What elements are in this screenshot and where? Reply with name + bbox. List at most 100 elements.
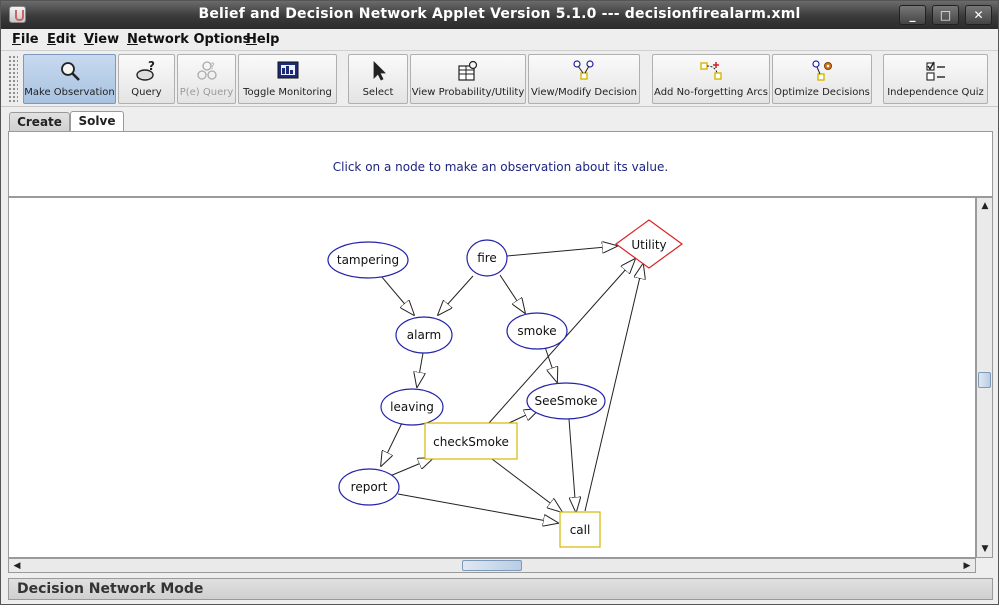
menu-view-label: iew xyxy=(93,32,120,47)
arc-tampering-alarm xyxy=(380,275,414,315)
menu-view-mnemonic: V xyxy=(84,32,94,47)
node-seesmoke-label: SeeSmoke xyxy=(535,394,598,408)
add-arcs-label: Add No-forgetting Arcs xyxy=(654,87,768,98)
menu-edit-label: dit xyxy=(55,32,76,47)
independence-quiz-button[interactable]: Independence Quiz xyxy=(883,54,988,104)
vertical-scrollbar[interactable]: ▲ ▼ xyxy=(976,197,993,558)
scroll-right-arrow-icon[interactable]: ▶ xyxy=(960,559,974,573)
decision-network-icon xyxy=(573,60,594,80)
toggle-monitoring-label: Toggle Monitoring xyxy=(243,87,332,98)
arc-fire-smoke xyxy=(499,274,525,313)
view-probability-label: View Probability/Utility xyxy=(411,87,525,98)
monitor-icon xyxy=(277,61,298,79)
pe-query-label: P(e) Query xyxy=(179,87,234,98)
maximize-button[interactable]: □ xyxy=(932,5,959,25)
arcs xyxy=(381,246,643,523)
horizontal-scrollbar[interactable]: ◀ ▶ xyxy=(8,558,976,573)
close-button[interactable]: ✕ xyxy=(965,5,992,25)
arc-fire-utility xyxy=(506,246,617,257)
node-smoke-label: smoke xyxy=(517,324,556,338)
menu-edit-mnemonic: E xyxy=(47,32,56,47)
scroll-down-arrow-icon[interactable]: ▼ xyxy=(978,542,992,556)
node-smoke[interactable]: smoke xyxy=(506,312,568,350)
view-probability-button[interactable]: View Probability/Utility xyxy=(410,54,526,104)
decision-network-graph: Utility tampering fire alarm smoke leavi… xyxy=(327,219,684,548)
menu-network-options-label: etwork Options xyxy=(137,32,251,47)
optimize-decisions-label: Optimize Decisions xyxy=(774,87,870,98)
node-report-label: report xyxy=(351,480,388,494)
vertical-scroll-thumb[interactable] xyxy=(978,372,991,388)
cursor-arrow-icon xyxy=(373,61,386,81)
node-alarm[interactable]: alarm xyxy=(395,316,453,354)
mode-tabs: Create Solve xyxy=(1,108,998,133)
node-checksmoke[interactable]: checkSmoke xyxy=(424,422,518,460)
arc-alarm-leaving xyxy=(417,352,423,387)
arc-seesmoke-call xyxy=(568,418,576,512)
node-utility-label: Utility xyxy=(631,238,666,252)
checklist-icon xyxy=(925,61,945,81)
menu-network-options[interactable]: Network Options xyxy=(127,32,250,47)
menu-edit[interactable]: Edit xyxy=(47,32,76,47)
horizontal-scroll-thumb[interactable] xyxy=(462,560,522,571)
toolbar-grip[interactable] xyxy=(8,55,18,103)
node-checksmoke-label: checkSmoke xyxy=(433,435,509,449)
minimize-button[interactable]: _ xyxy=(899,5,926,25)
node-call-label: call xyxy=(570,523,591,537)
arc-leaving-report xyxy=(381,422,403,466)
optimize-decisions-button[interactable]: Optimize Decisions xyxy=(772,54,872,104)
instruction-message: Click on a node to make an observation a… xyxy=(332,160,669,174)
arc-report-call xyxy=(397,493,558,523)
menu-view[interactable]: View xyxy=(84,32,119,47)
select-button[interactable]: Select xyxy=(348,54,408,104)
query-node-icon: ? xyxy=(135,60,155,81)
node-tampering-label: tampering xyxy=(337,253,399,267)
node-leaving[interactable]: leaving xyxy=(380,388,444,426)
menu-bar: File Edit View Network Options Help xyxy=(1,29,998,51)
add-arcs-button[interactable]: Add No-forgetting Arcs xyxy=(652,54,770,104)
toolbar: Make Observation ? Query ? P(e) Query To… xyxy=(1,51,998,107)
arc-checksmoke-call xyxy=(491,458,562,512)
toggle-monitoring-button[interactable]: Toggle Monitoring xyxy=(238,54,337,104)
optimize-gear-icon xyxy=(812,60,832,81)
tab-solve[interactable]: Solve xyxy=(70,111,124,133)
magnifier-icon xyxy=(60,62,80,81)
pe-query-icon: ? xyxy=(196,61,217,80)
view-decision-button[interactable]: View/Modify Decision xyxy=(528,54,640,104)
node-fire[interactable]: fire xyxy=(466,239,508,277)
network-canvas[interactable]: Utility tampering fire alarm smoke leavi… xyxy=(8,197,976,558)
applet-window: Belief and Decision Network Applet Versi… xyxy=(0,0,999,605)
scroll-left-arrow-icon[interactable]: ◀ xyxy=(10,559,24,573)
arc-fire-alarm xyxy=(438,275,474,315)
independence-quiz-label: Independence Quiz xyxy=(887,87,984,98)
probability-table-icon xyxy=(458,60,478,81)
node-leaving-label: leaving xyxy=(390,400,434,414)
arc-smoke-seesmoke xyxy=(544,346,557,382)
title-bar: Belief and Decision Network Applet Versi… xyxy=(1,1,998,29)
node-utility[interactable]: Utility xyxy=(614,219,684,269)
node-seesmoke[interactable]: SeeSmoke xyxy=(526,382,606,420)
status-bar: Decision Network Mode xyxy=(8,578,993,600)
message-panel: Click on a node to make an observation a… xyxy=(8,131,993,197)
make-observation-button[interactable]: Make Observation xyxy=(23,54,116,104)
node-report[interactable]: report xyxy=(338,468,400,506)
scroll-up-arrow-icon[interactable]: ▲ xyxy=(978,199,992,213)
menu-file[interactable]: File xyxy=(12,32,39,47)
menu-help-mnemonic: H xyxy=(246,32,257,47)
svg-text:?: ? xyxy=(148,60,155,73)
status-text: Decision Network Mode xyxy=(17,581,204,597)
query-label: Query xyxy=(131,87,162,98)
query-button[interactable]: ? Query xyxy=(118,54,175,104)
menu-network-options-mnemonic: N xyxy=(127,32,138,47)
pe-query-button[interactable]: ? P(e) Query xyxy=(177,54,236,104)
node-fire-label: fire xyxy=(477,251,497,265)
node-tampering[interactable]: tampering xyxy=(327,241,409,279)
node-call[interactable]: call xyxy=(559,511,601,548)
arc-call-utility xyxy=(584,264,643,512)
node-alarm-label: alarm xyxy=(407,328,441,342)
svg-text:?: ? xyxy=(210,62,215,72)
menu-help[interactable]: Help xyxy=(246,32,279,47)
menu-file-mnemonic: F xyxy=(12,32,21,47)
select-label: Select xyxy=(362,87,394,98)
window-title: Belief and Decision Network Applet Versi… xyxy=(198,6,801,22)
tab-create[interactable]: Create xyxy=(9,112,70,132)
